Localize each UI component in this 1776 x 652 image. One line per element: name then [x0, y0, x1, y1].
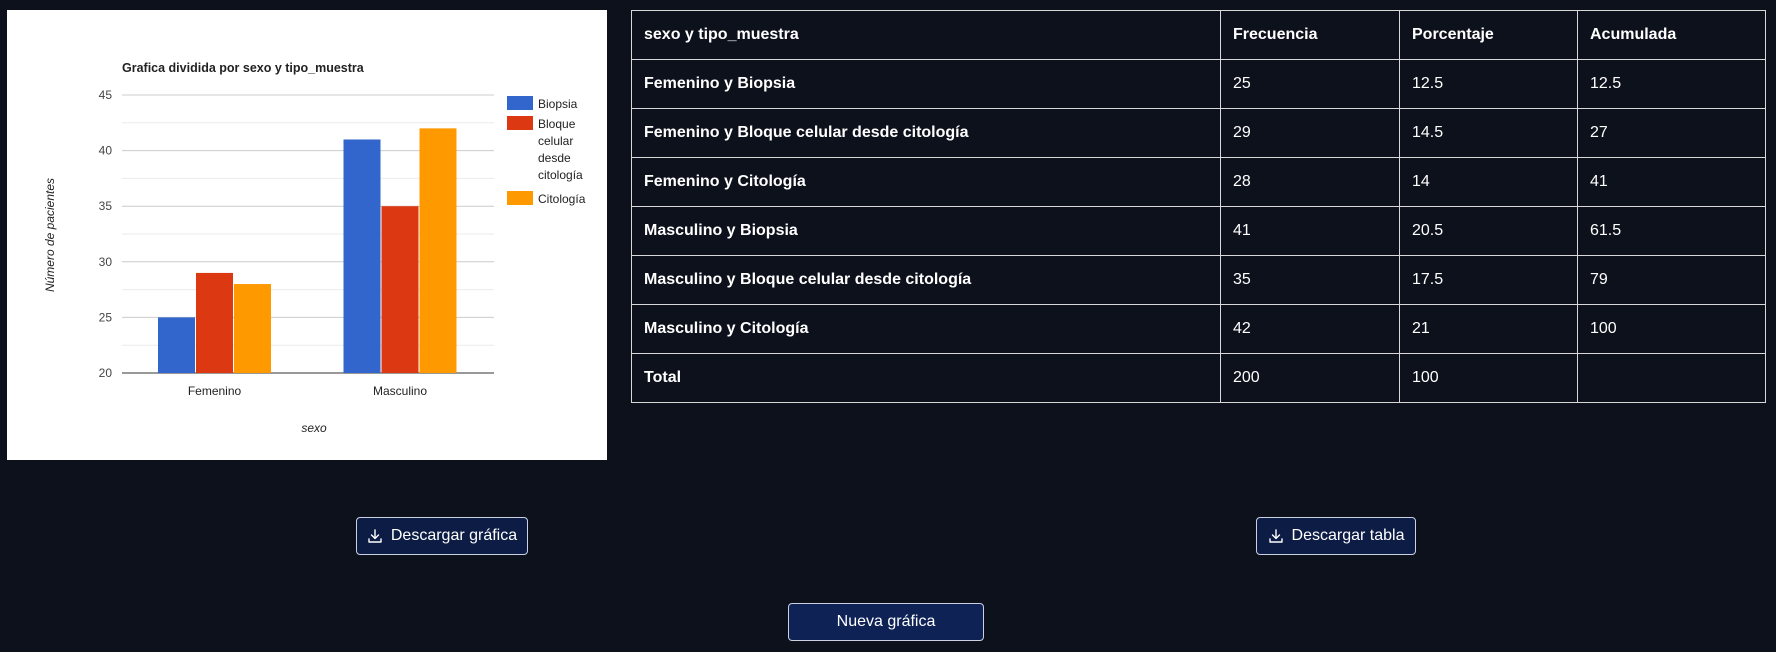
- total-frequency-cell: 200: [1220, 353, 1400, 403]
- bar-chart: Grafica dividida por sexo y tipo_muestra…: [43, 61, 586, 435]
- table-row: Masculino y Bloque celular desde citolog…: [631, 255, 1766, 305]
- page: Grafica dividida por sexo y tipo_muestra…: [0, 0, 1776, 652]
- legend-label: Citología: [538, 192, 586, 206]
- frequency-cell: 28: [1220, 157, 1400, 207]
- row-label: Femenino y Citología: [631, 157, 1221, 207]
- percentage-cell: 14: [1399, 157, 1578, 207]
- new-chart-button[interactable]: Nueva gráfica: [788, 603, 984, 641]
- percentage-cell: 14.5: [1399, 108, 1578, 158]
- column-header-category: sexo y tipo_muestra: [631, 10, 1221, 60]
- legend-label: desde: [538, 151, 571, 165]
- legend-label: citología: [538, 168, 583, 182]
- y-tick-label: 20: [99, 366, 113, 380]
- bar: [419, 128, 457, 373]
- column-header-frequency: Frecuencia: [1220, 10, 1400, 60]
- total-cumulative-cell: [1577, 353, 1766, 403]
- download-chart-button[interactable]: Descargar gráfica: [356, 517, 528, 555]
- table-row: Femenino y Citología 28 14 41: [631, 157, 1766, 207]
- legend-swatch: [507, 191, 533, 205]
- percentage-cell: 21: [1399, 304, 1578, 354]
- table-header-row: sexo y tipo_muestra Frecuencia Porcentaj…: [631, 10, 1766, 60]
- frequency-cell: 42: [1220, 304, 1400, 354]
- cumulative-cell: 61.5: [1577, 206, 1766, 256]
- frequency-cell: 35: [1220, 255, 1400, 305]
- cumulative-cell: 12.5: [1577, 59, 1766, 109]
- percentage-cell: 12.5: [1399, 59, 1578, 109]
- chart-panel: Grafica dividida por sexo y tipo_muestra…: [7, 10, 607, 460]
- legend-swatch: [507, 116, 533, 130]
- row-label: Femenino y Bloque celular desde citologí…: [631, 108, 1221, 158]
- y-tick-label: 40: [99, 144, 113, 158]
- row-label: Femenino y Biopsia: [631, 59, 1221, 109]
- y-tick-label: 45: [99, 88, 113, 102]
- bar: [196, 272, 233, 373]
- percentage-cell: 20.5: [1399, 206, 1578, 256]
- legend-label: celular: [538, 134, 573, 148]
- legend-label: Bloque: [538, 117, 576, 131]
- cumulative-cell: 41: [1577, 157, 1766, 207]
- cumulative-cell: 100: [1577, 304, 1766, 354]
- table-row: Femenino y Bloque celular desde citologí…: [631, 108, 1766, 158]
- y-tick-label: 35: [99, 199, 113, 213]
- bar: [234, 284, 271, 373]
- table-total-row: Total 200 100: [631, 353, 1766, 403]
- column-header-cumulative: Acumulada: [1577, 10, 1766, 60]
- row-label: Masculino y Citología: [631, 304, 1221, 354]
- legend-swatch: [507, 96, 533, 110]
- new-chart-label: Nueva gráfica: [836, 613, 936, 630]
- x-axis-label: sexo: [301, 421, 327, 435]
- download-table-button[interactable]: Descargar tabla: [1256, 517, 1416, 555]
- row-label: Masculino y Biopsia: [631, 206, 1221, 256]
- download-table-label: Descargar tabla: [1291, 527, 1405, 544]
- download-chart-label: Descargar gráfica: [390, 527, 518, 544]
- chart-title: Grafica dividida por sexo y tipo_muestra: [122, 61, 365, 75]
- bar: [158, 317, 195, 373]
- total-percentage-cell: 100: [1399, 353, 1578, 403]
- frequency-cell: 25: [1220, 59, 1400, 109]
- cumulative-cell: 79: [1577, 255, 1766, 305]
- frequency-cell: 29: [1220, 108, 1400, 158]
- x-tick-label: Femenino: [188, 384, 242, 398]
- frequency-cell: 41: [1220, 206, 1400, 256]
- y-tick-label: 30: [99, 255, 113, 269]
- table-row: Femenino y Biopsia 25 12.5 12.5: [631, 59, 1766, 109]
- y-tick-label: 25: [99, 310, 113, 324]
- y-axis-label: Número de pacientes: [43, 178, 57, 292]
- legend-label: Biopsia: [538, 97, 578, 111]
- percentage-cell: 17.5: [1399, 255, 1578, 305]
- cumulative-cell: 27: [1577, 108, 1766, 158]
- download-icon: [1268, 528, 1284, 544]
- column-header-percentage: Porcentaje: [1399, 10, 1578, 60]
- x-tick-label: Masculino: [373, 384, 427, 398]
- frequency-table-container: sexo y tipo_muestra Frecuencia Porcentaj…: [631, 10, 1766, 403]
- table-row: Masculino y Citología 42 21 100: [631, 304, 1766, 354]
- row-label: Masculino y Bloque celular desde citolog…: [631, 255, 1221, 305]
- download-icon: [367, 528, 383, 544]
- total-label: Total: [631, 353, 1221, 403]
- frequency-table: sexo y tipo_muestra Frecuencia Porcentaj…: [631, 10, 1766, 403]
- table-row: Masculino y Biopsia 41 20.5 61.5: [631, 206, 1766, 256]
- bar: [381, 206, 419, 373]
- bar: [343, 139, 381, 373]
